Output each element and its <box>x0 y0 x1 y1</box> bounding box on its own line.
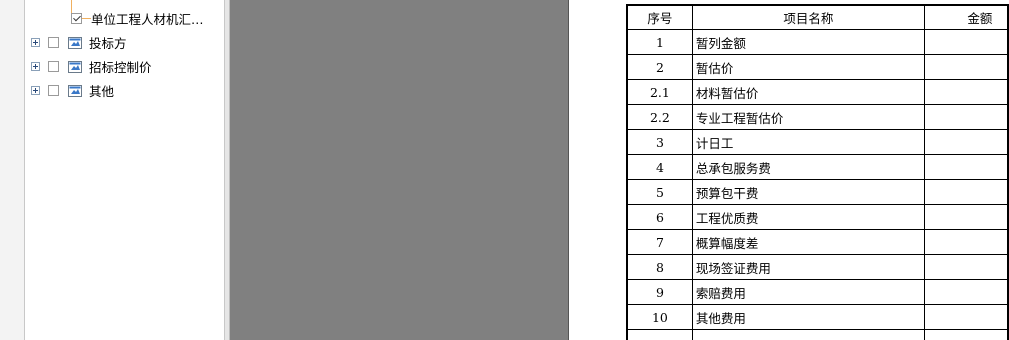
cell-no: 2.2 <box>626 104 693 130</box>
cell-no: 2 <box>626 54 693 80</box>
tree-item-checkbox[interactable] <box>48 36 59 48</box>
tree-item-unit-labor-material[interactable]: 单位工程人材机汇… <box>71 8 204 28</box>
cell-name <box>691 329 925 340</box>
cell-amount <box>923 329 1009 340</box>
cell-amount <box>923 179 1009 205</box>
table-row: 6 工程优质费 <box>626 204 1009 230</box>
cell-no: 10 <box>626 304 693 330</box>
tree-item-label: 其他 <box>89 83 115 99</box>
cell-no: 2.1 <box>626 79 693 105</box>
cell-name: 现场签证费用 <box>691 254 925 280</box>
table-row: 5 预算包干费 <box>626 179 1009 205</box>
expand-icon[interactable] <box>31 61 40 71</box>
workspace-background <box>230 0 569 340</box>
table-row: 2.2 专业工程暂估价 <box>626 104 1009 130</box>
table-row: 4 总承包服务费 <box>626 154 1009 180</box>
cell-amount <box>923 79 1009 105</box>
cell-amount <box>923 254 1009 280</box>
table-row: 2 暂估价 <box>626 54 1009 80</box>
cell-name: 材料暂估价 <box>691 79 925 105</box>
cell-amount <box>923 129 1009 155</box>
cell-name: 工程优质费 <box>691 204 925 230</box>
tree-item-checkbox[interactable] <box>48 60 59 72</box>
report-preview: 序号 项目名称 金额 1 暂列金额 2 暂估价 2.1 材料暂估价 2.2 专业工程暂估… <box>569 0 1009 340</box>
cell-no: 5 <box>626 179 693 205</box>
folder-icon <box>68 60 82 73</box>
tree-item-bidder[interactable]: 投标方 <box>31 32 127 52</box>
cell-amount <box>923 279 1009 305</box>
cell-name: 索赔费用 <box>691 279 925 305</box>
column-header-name: 项目名称 <box>691 4 925 30</box>
table-row: 3 计日工 <box>626 129 1009 155</box>
table-row: 7 概算幅度差 <box>626 229 1009 255</box>
table-row: 2.1 材料暂估价 <box>626 79 1009 105</box>
cell-name: 预算包干费 <box>691 179 925 205</box>
column-header-no: 序号 <box>626 4 693 30</box>
cell-no: 3 <box>626 129 693 155</box>
tree-item-checkbox[interactable] <box>48 84 59 96</box>
tree-item-label: 投标方 <box>89 35 127 51</box>
tree-item-label: 招标控制价 <box>89 59 152 75</box>
cell-no <box>626 329 693 340</box>
cell-amount <box>923 29 1009 55</box>
left-gutter <box>0 0 25 340</box>
cell-no: 8 <box>626 254 693 280</box>
cell-no: 9 <box>626 279 693 305</box>
column-header-amount: 金额 <box>923 4 1009 30</box>
cell-amount <box>923 304 1009 330</box>
tree-item-tender-control-price[interactable]: 招标控制价 <box>31 56 152 76</box>
tree-item-checkbox[interactable] <box>71 12 82 24</box>
cell-name: 暂估价 <box>691 54 925 80</box>
cell-name: 专业工程暂估价 <box>691 104 925 130</box>
cell-no: 4 <box>626 154 693 180</box>
cell-no: 1 <box>626 29 693 55</box>
cell-name: 概算幅度差 <box>691 229 925 255</box>
expand-icon[interactable] <box>31 85 40 95</box>
cell-name: 其他费用 <box>691 304 925 330</box>
cell-amount <box>923 229 1009 255</box>
folder-icon <box>68 84 82 97</box>
table-row: 10 其他费用 <box>626 304 1009 330</box>
cell-amount <box>923 54 1009 80</box>
cell-name: 计日工 <box>691 129 925 155</box>
table-row: 9 索赔费用 <box>626 279 1009 305</box>
cell-name: 暂列金额 <box>691 29 925 55</box>
cell-amount <box>923 154 1009 180</box>
cell-no: 7 <box>626 229 693 255</box>
table-row: 1 暂列金额 <box>626 29 1009 55</box>
report-tree-panel: 单位工程人材机汇… 投标方 招标控制价 其他 <box>25 0 225 340</box>
tree-item-label: 单位工程人材机汇… <box>91 11 204 27</box>
fee-summary-table: 序号 项目名称 金额 1 暂列金额 2 暂估价 2.1 材料暂估价 2.2 专业工程暂估… <box>626 4 1009 340</box>
cell-amount <box>923 204 1009 230</box>
table-row <box>626 329 1009 340</box>
expand-icon[interactable] <box>31 37 40 47</box>
tree-item-other[interactable]: 其他 <box>31 80 114 100</box>
cell-name: 总承包服务费 <box>691 154 925 180</box>
folder-icon <box>68 36 82 49</box>
table-row: 8 现场签证费用 <box>626 254 1009 280</box>
cell-amount <box>923 104 1009 130</box>
cell-no: 6 <box>626 204 693 230</box>
table-header-row: 序号 项目名称 金额 <box>626 4 1009 30</box>
